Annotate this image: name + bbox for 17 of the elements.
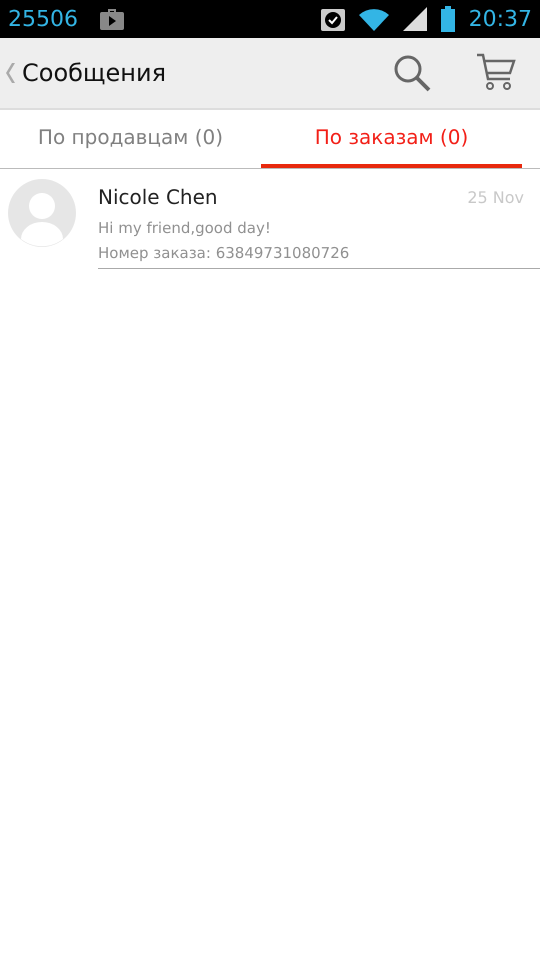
order-number: Номер заказа: 63849731080726 (98, 244, 350, 262)
chevron-icon (6, 62, 16, 84)
search-icon[interactable] (392, 53, 432, 93)
notification-count: 25506 (8, 6, 78, 32)
tab[interactable]: По продавцам (0) (0, 110, 261, 168)
sender-name: Nicole Chen (98, 185, 218, 209)
clock: 20:37 (468, 6, 532, 32)
wifi-icon (358, 7, 389, 31)
briefcase-play-icon (100, 8, 124, 30)
alarm-icon (320, 7, 345, 31)
cart-icon[interactable] (476, 53, 516, 93)
tab[interactable]: По заказам (0) (261, 110, 522, 168)
back-button[interactable]: Сообщения (6, 59, 166, 87)
battery-icon (440, 6, 455, 32)
message-preview: Hi my friend,good day! (98, 219, 272, 237)
avatar-icon (8, 179, 76, 247)
signal-icon (402, 7, 427, 31)
